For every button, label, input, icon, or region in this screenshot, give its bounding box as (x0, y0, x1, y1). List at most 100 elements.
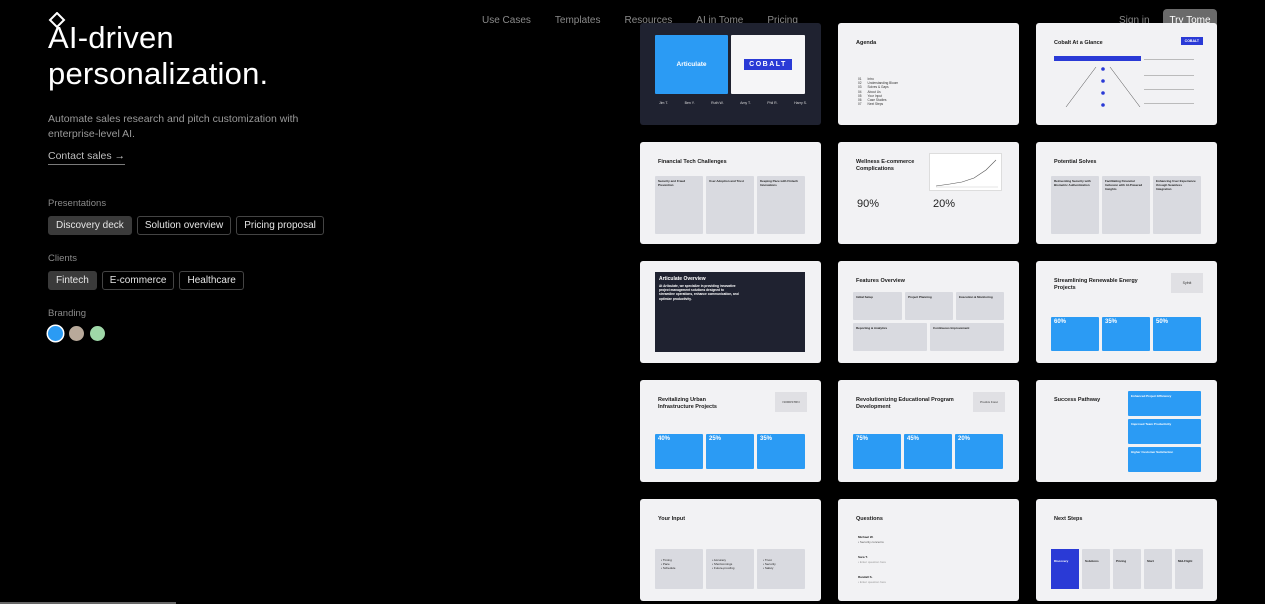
slide-title: Success Pathway (1054, 397, 1101, 403)
cobalt-logo: COBALT (744, 59, 792, 70)
pathway-step: Enhanced Project Efficiency (1131, 394, 1172, 398)
chip-discovery-deck[interactable]: Discovery deck (48, 216, 132, 235)
hero-title: AI-driven personalization. (48, 20, 268, 92)
solve-title: Enhancing User Experience through Seamle… (1156, 179, 1196, 191)
articulate-logo: Articulate (676, 61, 707, 68)
hero-title-line2: personalization. (48, 56, 269, 91)
slide-title: Wellness E-commerce Complications (856, 159, 915, 172)
solve-title: Facilitating Financial Inclusion with AI… (1105, 179, 1143, 191)
challenge-title: Keeping Pace with Fintech Innovations (760, 179, 799, 187)
feature-title: Initial Setup (856, 295, 874, 299)
question-person: Sara T. (858, 555, 868, 559)
person-name: Ben Y. (684, 101, 695, 105)
slide-agenda[interactable]: Agenda 01 Intro 02 Understanding Bloom 03 S… (838, 23, 1019, 125)
presentations-label: Presentations (48, 198, 107, 209)
agenda-item: Next Steps (867, 102, 884, 107)
chip-fintech[interactable]: Fintech (48, 271, 97, 290)
slide-body: At Articulate, we specialize in providin… (659, 284, 739, 301)
slide-success-pathway[interactable]: Success Pathway Enhanced Project Efficie… (1036, 380, 1217, 482)
slide-potential-solves[interactable]: Potential Solves Reinventing Security wi… (1036, 142, 1217, 244)
chip-solution-overview[interactable]: Solution overview (136, 216, 232, 235)
growth-chart (935, 159, 998, 188)
contact-sales-link[interactable]: Contact sales → (48, 150, 126, 165)
slide-your-input[interactable]: Your Input • Timing • Pace • Schedule • Ac… (640, 499, 821, 601)
feature-title: Execution & Monitoring (959, 295, 993, 299)
stat-value: 60% (1054, 319, 1067, 325)
slide-wellness-ecommerce[interactable]: Wellness E-commerce Complications 90% 20… (838, 142, 1019, 244)
funnel-diagram (1065, 66, 1141, 108)
slide-next-steps[interactable]: Next Steps Discovery Solutions Pricing S… (1036, 499, 1217, 601)
stat-value: 75% (856, 436, 869, 442)
swatch-green[interactable] (90, 326, 105, 341)
next-step: Solutions (1085, 559, 1099, 563)
slide-title: Your Input (658, 516, 686, 522)
question-note: • Enter question here (858, 560, 887, 564)
clients-options: Fintech E-commerce Healthcare (48, 271, 244, 290)
pathway-step: Higher Customer Satisfaction (1131, 450, 1174, 454)
slide-title: Financial Tech Challenges (658, 159, 727, 165)
slide-renewable-energy[interactable]: Streamlining Renewable Energy Projects S… (1036, 261, 1217, 363)
next-step: Discovery (1054, 559, 1069, 563)
branding-label: Branding (48, 308, 87, 319)
next-step: Pricing (1116, 559, 1127, 563)
slide-title: Potential Solves (1054, 159, 1097, 165)
swatch-taupe[interactable] (69, 326, 84, 341)
question-person: Michael W. (858, 535, 874, 539)
slide-features-overview[interactable]: Features Overview Initial Setup Project … (838, 261, 1019, 363)
client-logo: Prodvix Foret (973, 392, 1005, 412)
stat-value: 35% (760, 436, 773, 442)
input-list: • Accuracy • Shortcomings • Future-proofin… (712, 558, 735, 570)
stat-value: 20% (958, 436, 971, 442)
chip-pricing-proposal[interactable]: Pricing proposal (236, 216, 324, 235)
slide-title: Cobalt At a Glance (1054, 40, 1103, 46)
hero-title-line1: AI-driven (48, 20, 174, 55)
chip-e-commerce[interactable]: E-commerce (101, 271, 175, 290)
nav-use-cases[interactable]: Use Cases (482, 15, 531, 26)
input-list: • Trust • Security • Safety (763, 558, 776, 570)
agenda-num: 07 (858, 102, 862, 107)
question-note: • Enter question here (858, 580, 887, 584)
stat-value: 35% (1105, 319, 1118, 325)
feature-title: Reporting & Analytics (856, 326, 888, 330)
presentations-options: Discovery deck Solution overview Pricing… (48, 216, 324, 235)
swatch-blue[interactable] (48, 326, 63, 341)
slide-title: Streamlining Renewable Energy Projects (1054, 278, 1138, 291)
slide-title: Next Steps (1054, 516, 1083, 522)
clients-label: Clients (48, 253, 78, 264)
slide-title: Revitalizing Urban Infrastructure Projec… (658, 397, 717, 410)
slide-title: Agenda (856, 40, 877, 46)
challenge-title: User Adoption and Trust (709, 179, 744, 183)
question-person: Randall S. (858, 575, 873, 579)
stat-value: 50% (1156, 319, 1169, 325)
stat-value: 40% (658, 436, 671, 442)
slide-fintech-challenges[interactable]: Financial Tech Challenges Security and F… (640, 142, 821, 244)
slide-title: Revolutionizing Educational Program Deve… (856, 397, 954, 410)
solve-title: Reinventing Security with Biometric Auth… (1054, 179, 1091, 187)
chip-healthcare[interactable]: Healthcare (179, 271, 244, 290)
stat-value: 90% (857, 198, 880, 210)
feature-title: Continuous Improvement (933, 326, 970, 330)
next-step: Mid-Flight (1178, 559, 1193, 563)
pathway-step: Improved Team Productivity (1131, 422, 1172, 426)
stat-value: 20% (933, 198, 956, 210)
slide-grid: Articulate COBALT Jim T. Ben Y. Ruth W. … (640, 23, 1217, 601)
input-list: • Timing • Pace • Schedule (661, 558, 676, 570)
slide-title: Features Overview (856, 278, 905, 284)
slide-title: Questions (856, 516, 883, 522)
question-note: • Security concerns (858, 540, 884, 544)
slide-articulate-overview[interactable]: Articulate Overview At Articulate, we sp… (640, 261, 821, 363)
nav-templates[interactable]: Templates (555, 15, 601, 26)
slide-title-card[interactable]: Articulate COBALT Jim T. Ben Y. Ruth W. … (640, 23, 821, 125)
slide-questions[interactable]: Questions Michael W. • Security concerns… (838, 499, 1019, 601)
slide-educational-program[interactable]: Revolutionizing Educational Program Deve… (838, 380, 1019, 482)
slide-urban-infrastructure[interactable]: Revitalizing Urban Infrastructure Projec… (640, 380, 821, 482)
hero-description: Automate sales research and pitch custom… (48, 113, 299, 140)
slide-cobalt-glance[interactable]: Cobalt At a Glance COBALT (1036, 23, 1217, 125)
challenge-title: Security and Fraud Prevention (658, 179, 686, 187)
stat-value: 45% (907, 436, 920, 442)
person-name: Phil R. (767, 101, 778, 105)
client-logo: Syfnit (1171, 273, 1203, 293)
person-name: Harry S. (794, 101, 807, 105)
person-name: Amy T. (740, 101, 751, 105)
next-step: Start (1147, 559, 1154, 563)
